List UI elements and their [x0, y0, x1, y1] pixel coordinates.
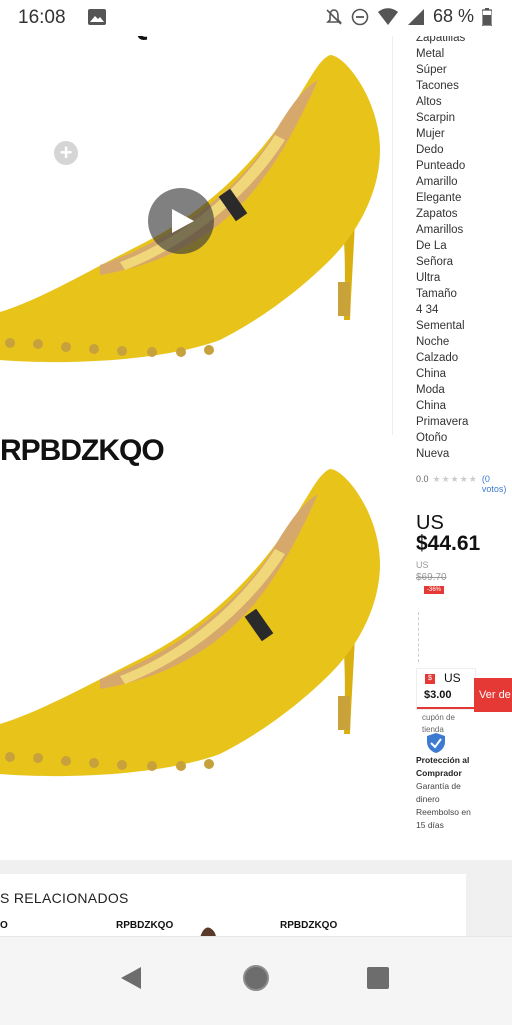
- product-title-line: China: [416, 368, 447, 380]
- product-title-line: Ultra: [416, 272, 441, 284]
- back-icon[interactable]: [120, 966, 142, 990]
- product-title-line: Tacones: [416, 80, 459, 92]
- recents-icon[interactable]: [367, 967, 389, 989]
- protection-title: Protección al Comprador: [416, 755, 470, 778]
- battery-icon: [482, 7, 492, 26]
- view-coupon-button[interactable]: Ver de: [474, 678, 512, 712]
- coupon-amount: $3.00: [424, 689, 452, 701]
- coupon-currency: US: [444, 671, 461, 685]
- coupon-tag-icon: $: [425, 674, 435, 684]
- original-price-currency: US: [416, 560, 429, 570]
- product-title: Zapatillas Metal Súper Tacones Altos Scarpin M…: [416, 30, 512, 462]
- image-icon: [88, 9, 106, 25]
- product-title-line: Primavera: [416, 416, 469, 428]
- product-title-line: De La: [416, 240, 447, 252]
- rating-value: 0.0: [416, 474, 429, 484]
- wifi-icon: [377, 7, 398, 25]
- related-card: [0, 874, 466, 940]
- product-title-line: China: [416, 400, 447, 412]
- product-image-1[interactable]: RPBDZKQO +: [0, 0, 393, 435]
- mute-icon: [326, 8, 342, 25]
- related-brand[interactable]: RPBDZKQO: [280, 920, 337, 931]
- product-title-line: Súper: [416, 64, 447, 76]
- product-title-line: Otoño: [416, 432, 448, 444]
- price-value: $44.61: [416, 532, 481, 555]
- product-title-line: Señora: [416, 256, 454, 268]
- dnd-icon: [351, 8, 369, 25]
- status-bar: 16:08 68 %: [0, 0, 512, 36]
- product-title-line: Dedo: [416, 144, 444, 156]
- product-title-line: Semental: [416, 320, 465, 332]
- product-title-line: Amarillos: [416, 224, 464, 236]
- product-title-line: Metal: [416, 48, 445, 60]
- votes-link[interactable]: (0 votos): [482, 474, 512, 494]
- product-title-line: Punteado: [416, 160, 466, 172]
- status-time: 16:08: [18, 7, 66, 28]
- play-video-button[interactable]: [148, 188, 214, 254]
- product-title-line: Noche: [416, 336, 450, 348]
- signal-icon: [407, 8, 424, 25]
- product-title-line: Altos: [416, 96, 442, 108]
- divider: [418, 612, 421, 662]
- protection-text: Garantía de dinero Reembolso en 15 días: [416, 781, 471, 830]
- product-title-line: Amarillo: [416, 176, 458, 188]
- home-icon[interactable]: [243, 965, 269, 991]
- shoe-image: [0, 469, 380, 777]
- product-title-line: Zapatos: [416, 208, 458, 220]
- product-title-line: Calzado: [416, 352, 459, 364]
- product-title-line: Nueva: [416, 448, 450, 460]
- product-title-line: Moda: [416, 384, 445, 396]
- related-brand[interactable]: RPBDZKQO: [116, 920, 173, 931]
- original-price-value: $69.70: [416, 572, 447, 583]
- related-brand[interactable]: O: [0, 920, 8, 931]
- product-title-line: Scarpin: [416, 112, 455, 124]
- battery-percent: 68 %: [432, 6, 474, 26]
- product-title-line: Elegante: [416, 192, 462, 204]
- product-title-line: 4 34: [416, 304, 439, 316]
- play-icon: [172, 209, 194, 233]
- product-image-2[interactable]: RPBDZKQO: [0, 434, 392, 854]
- related-title: S RELACIONADOS: [0, 890, 129, 906]
- add-icon[interactable]: +: [54, 141, 78, 165]
- rating-row: 0.0 ★★★★★ (0 votos): [416, 474, 512, 494]
- shield-icon: [427, 733, 445, 753]
- discount-badge: -36%: [424, 586, 445, 594]
- rating-stars-icon: ★★★★★: [432, 474, 478, 484]
- brand-logo: RPBDZKQO: [0, 434, 165, 467]
- product-title-line: Mujer: [416, 128, 445, 140]
- product-info: Zapatillas Metal Súper Tacones Altos Scarpin M…: [416, 30, 512, 494]
- product-title-line: Tamaño: [416, 288, 457, 300]
- coupon-card[interactable]: $ US $3.00: [416, 668, 505, 710]
